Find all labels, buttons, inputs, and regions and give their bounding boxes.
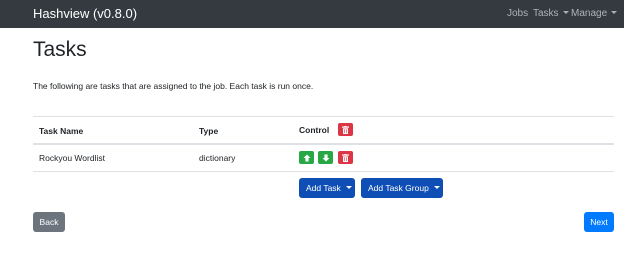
move-task-up-button[interactable] bbox=[299, 151, 314, 164]
caret-down-icon bbox=[433, 186, 440, 189]
arrow-up-icon bbox=[303, 154, 310, 161]
chevron-down-icon bbox=[611, 11, 618, 14]
column-header-control: Control bbox=[299, 125, 330, 135]
task-name-cell: Rockyou Wordlist bbox=[39, 153, 105, 163]
chevron-down-icon bbox=[562, 11, 569, 14]
arrow-down-icon bbox=[322, 154, 329, 161]
table-row-border bbox=[33, 171, 614, 172]
nav-tasks-dropdown[interactable]: Tasks bbox=[533, 7, 569, 21]
column-header-task-name: Task Name bbox=[39, 126, 84, 136]
top-navbar: Hashview (v0.8.0) Jobs Tasks Manage bbox=[0, 0, 624, 28]
nav-jobs[interactable]: Jobs bbox=[507, 7, 528, 21]
delete-task-button[interactable] bbox=[338, 151, 353, 164]
next-button[interactable]: Next bbox=[584, 212, 614, 232]
back-button[interactable]: Back bbox=[33, 212, 65, 232]
move-task-down-button[interactable] bbox=[318, 151, 333, 164]
column-header-type: Type bbox=[199, 126, 219, 136]
nav-jobs-label: Jobs bbox=[507, 8, 529, 19]
task-type-cell: dictionary bbox=[199, 153, 236, 163]
table-header-border bbox=[33, 143, 614, 145]
caret-down-icon bbox=[345, 186, 352, 189]
page-title: Tasks bbox=[33, 38, 87, 61]
add-task-label: Add Task bbox=[306, 183, 341, 193]
add-task-group-dropdown-button[interactable]: Add Task Group bbox=[361, 178, 443, 198]
nav-tasks-label: Tasks bbox=[533, 8, 559, 19]
trash-icon bbox=[342, 153, 349, 162]
add-task-group-label: Add Task Group bbox=[368, 183, 429, 193]
table-top-border bbox=[33, 116, 614, 117]
add-task-dropdown-button[interactable]: Add Task bbox=[299, 178, 355, 198]
nav-manage-dropdown[interactable]: Manage bbox=[571, 7, 618, 21]
page-intro: The following are tasks that are assigne… bbox=[33, 81, 314, 91]
navbar-brand[interactable]: Hashview (v0.8.0) bbox=[33, 5, 137, 23]
trash-icon bbox=[342, 125, 349, 134]
delete-all-tasks-button[interactable] bbox=[338, 123, 353, 136]
nav-manage-label: Manage bbox=[571, 8, 608, 19]
